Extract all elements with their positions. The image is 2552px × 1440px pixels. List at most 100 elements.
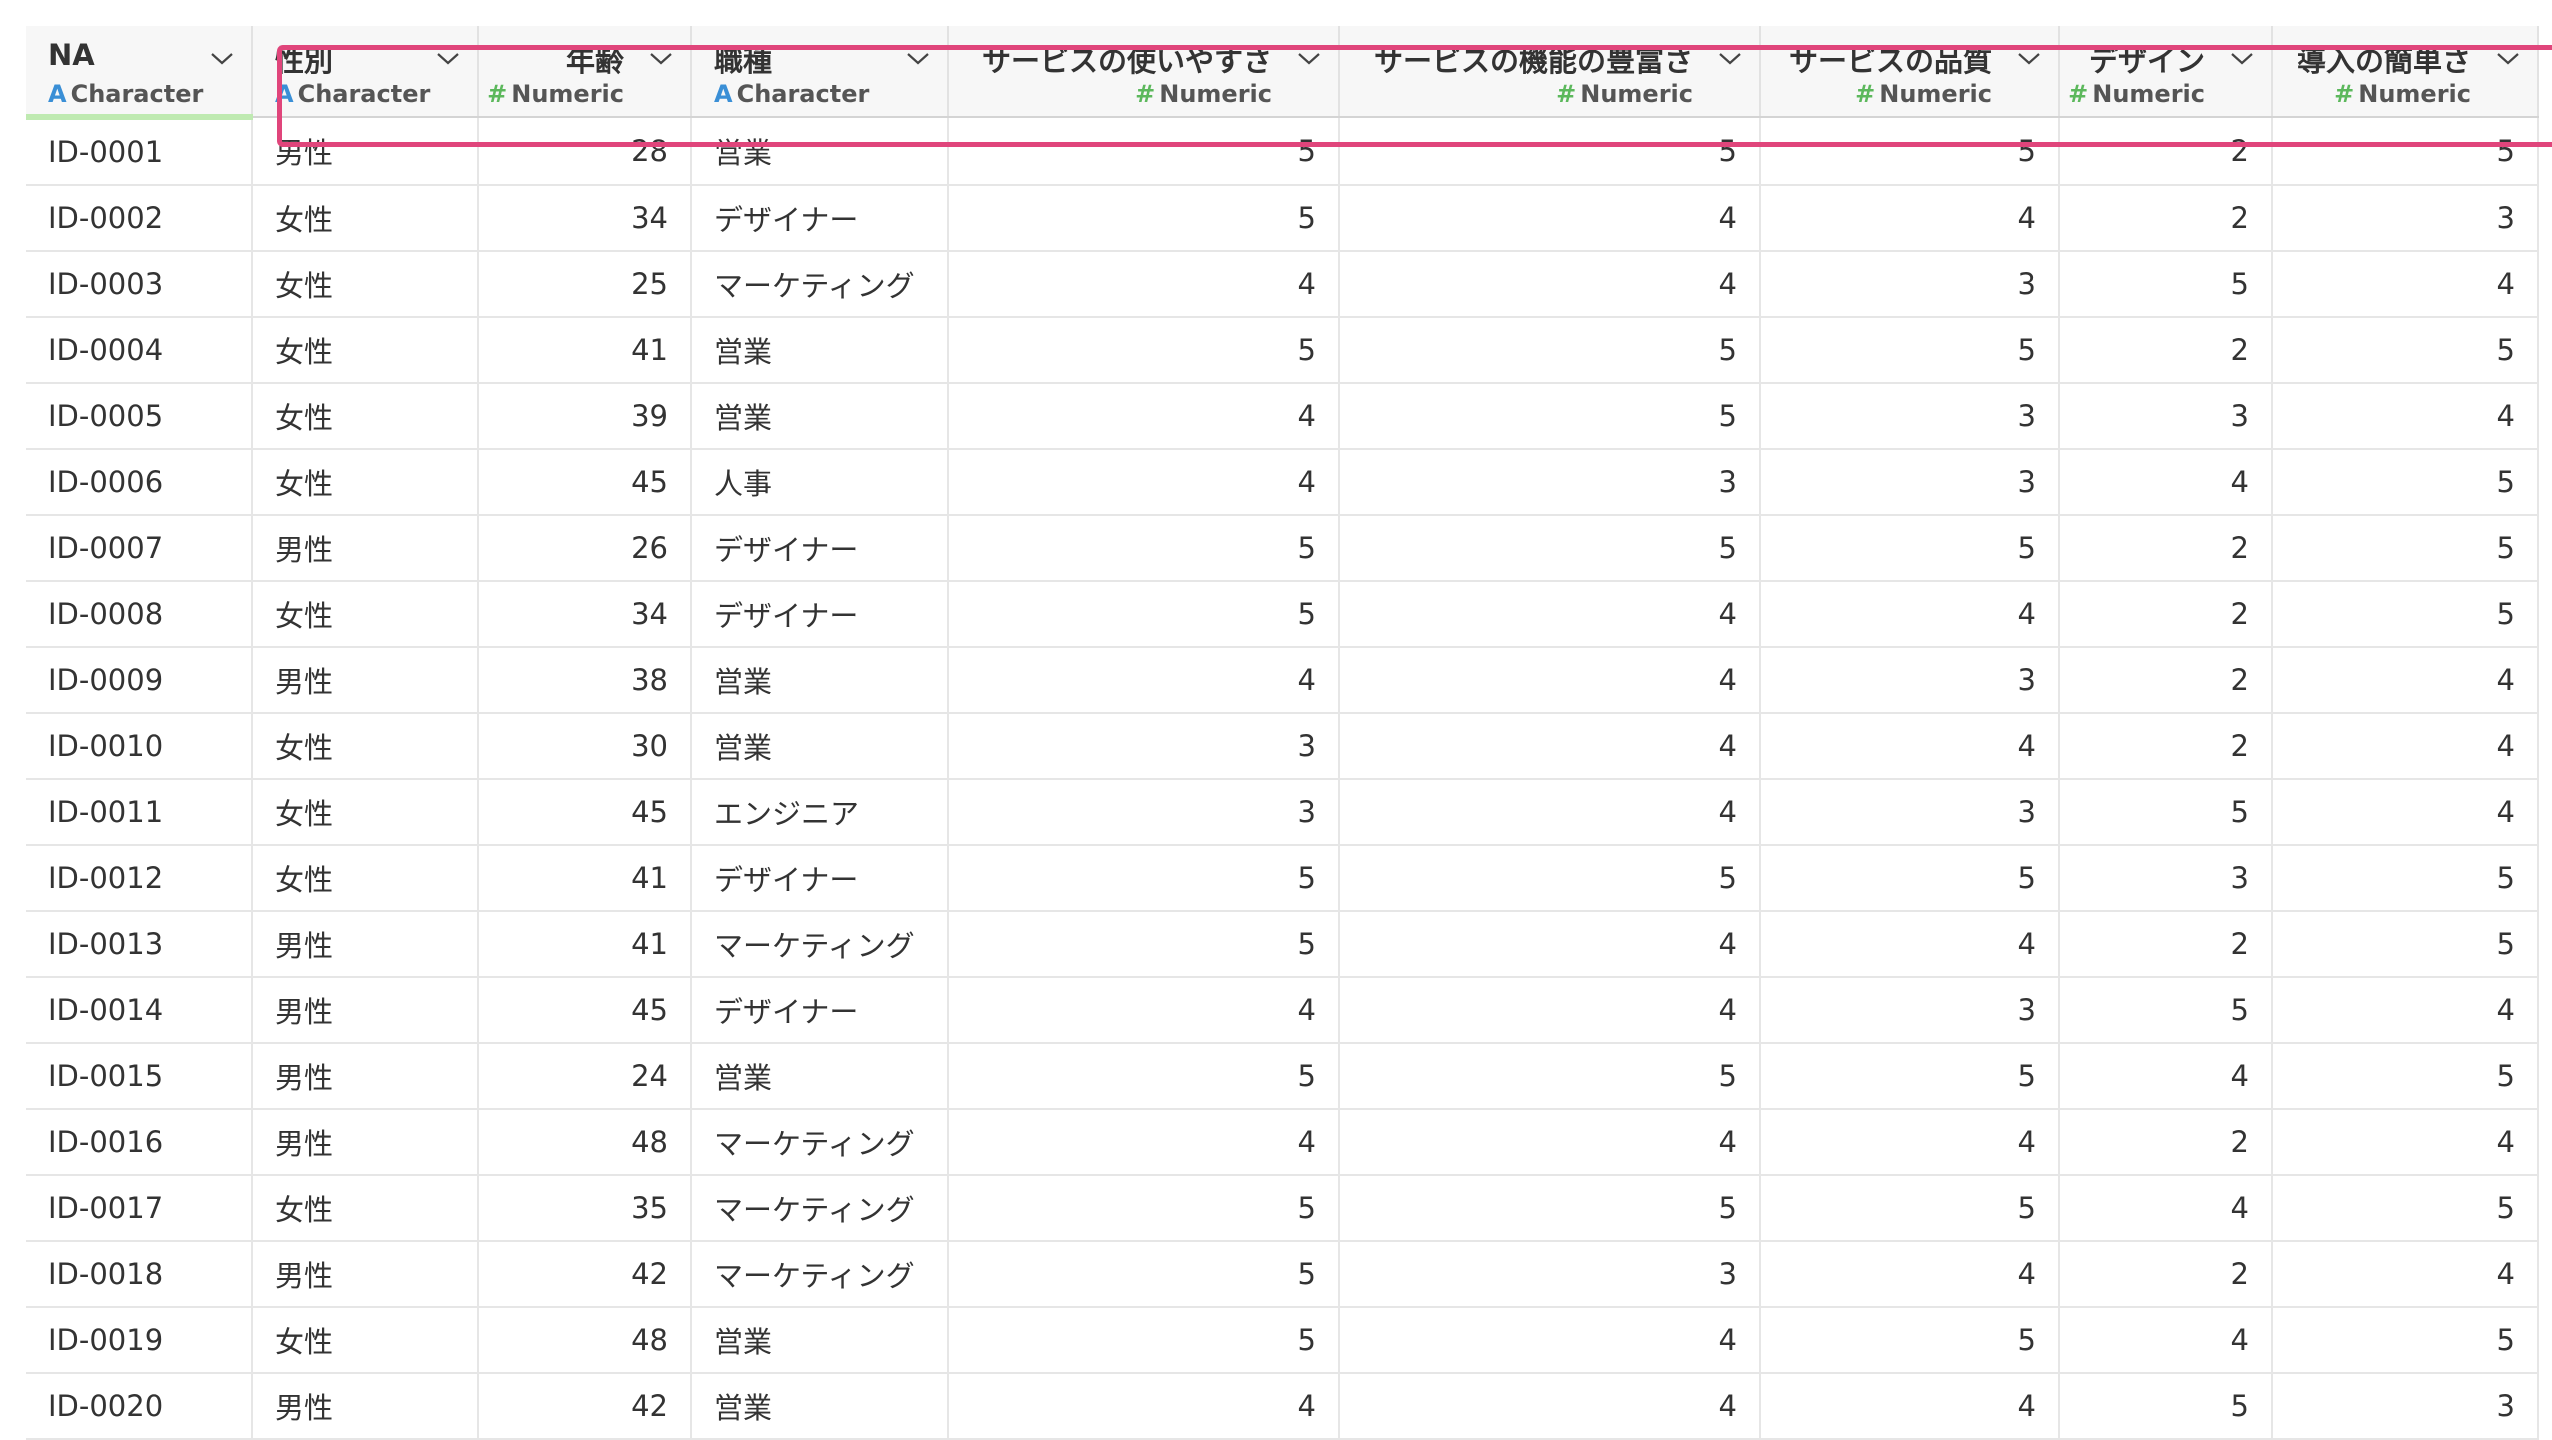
table-row[interactable]: ID-0001 男性 28 営業 5 5 5 2 5 <box>26 117 2539 186</box>
table-cell[interactable]: 3 <box>2272 1373 2539 1440</box>
chevron-down-icon[interactable] <box>209 48 235 68</box>
table-cell[interactable]: 4 <box>1339 977 1761 1044</box>
table-cell[interactable]: 2 <box>2059 581 2273 648</box>
table-row[interactable]: ID-0020 男性 42 営業 4 4 4 5 3 <box>26 1373 2539 1440</box>
table-cell[interactable]: 2 <box>2059 185 2273 252</box>
table-row[interactable]: ID-0013 男性 41 マーケティング 5 4 4 2 5 <box>26 911 2539 978</box>
table-cell[interactable]: 男性 <box>252 1241 479 1308</box>
column-header-0[interactable]: NA A Character <box>26 26 253 120</box>
table-row[interactable]: ID-0002 女性 34 デザイナー 5 4 4 2 3 <box>26 185 2539 252</box>
table-row[interactable]: ID-0014 男性 45 デザイナー 4 4 3 5 4 <box>26 977 2539 1044</box>
table-cell[interactable]: 5 <box>1339 117 1761 186</box>
table-cell[interactable]: 2 <box>2059 117 2273 186</box>
table-cell[interactable]: 2 <box>2059 647 2273 714</box>
table-cell[interactable]: 4 <box>1760 1241 2060 1308</box>
table-cell[interactable]: 5 <box>1339 845 1761 912</box>
table-row[interactable]: ID-0018 男性 42 マーケティング 5 3 4 2 4 <box>26 1241 2539 1308</box>
table-row[interactable]: ID-0016 男性 48 マーケティング 4 4 4 2 4 <box>26 1109 2539 1176</box>
table-cell[interactable]: 4 <box>2272 383 2539 450</box>
table-row[interactable]: ID-0008 女性 34 デザイナー 5 4 4 2 5 <box>26 581 2539 648</box>
table-cell[interactable]: 4 <box>948 977 1340 1044</box>
table-cell[interactable]: 5 <box>2059 1373 2273 1440</box>
chevron-down-icon[interactable] <box>905 48 931 68</box>
table-cell[interactable]: 3 <box>2272 185 2539 252</box>
table-cell[interactable]: 5 <box>948 317 1340 384</box>
table-cell[interactable]: 4 <box>2059 1307 2273 1374</box>
table-cell[interactable]: 4 <box>1339 1307 1761 1374</box>
column-header-6[interactable]: サービスの品質 # Numeric <box>1760 26 2060 118</box>
table-cell[interactable]: 5 <box>948 185 1340 252</box>
chevron-down-icon[interactable] <box>1717 48 1743 68</box>
table-cell[interactable]: 4 <box>948 647 1340 714</box>
table-cell[interactable]: ID-0018 <box>26 1241 253 1308</box>
table-cell[interactable]: 5 <box>2272 1175 2539 1242</box>
table-cell[interactable]: 5 <box>2272 1043 2539 1110</box>
table-cell[interactable]: 営業 <box>691 317 949 384</box>
table-cell[interactable]: 5 <box>1339 383 1761 450</box>
table-cell[interactable]: 5 <box>948 581 1340 648</box>
table-cell[interactable]: 5 <box>2059 779 2273 846</box>
table-row[interactable]: ID-0004 女性 41 営業 5 5 5 2 5 <box>26 317 2539 384</box>
table-row[interactable]: ID-0010 女性 30 営業 3 4 4 2 4 <box>26 713 2539 780</box>
table-cell[interactable]: 5 <box>2272 911 2539 978</box>
table-cell[interactable]: 営業 <box>691 1307 949 1374</box>
table-cell[interactable]: 4 <box>1760 911 2060 978</box>
table-cell[interactable]: 男性 <box>252 117 479 186</box>
table-cell[interactable]: 2 <box>2059 1241 2273 1308</box>
table-cell[interactable]: 5 <box>2272 317 2539 384</box>
table-cell[interactable]: ID-0003 <box>26 251 253 318</box>
table-cell[interactable]: 45 <box>478 977 692 1044</box>
table-cell[interactable]: 女性 <box>252 581 479 648</box>
table-cell[interactable]: 5 <box>948 1241 1340 1308</box>
table-cell[interactable]: 5 <box>2059 251 2273 318</box>
table-cell[interactable]: 4 <box>1760 185 2060 252</box>
table-cell[interactable]: 2 <box>2059 713 2273 780</box>
table-cell[interactable]: ID-0012 <box>26 845 253 912</box>
table-cell[interactable]: 5 <box>1339 1175 1761 1242</box>
table-cell[interactable]: マーケティング <box>691 1109 949 1176</box>
table-cell[interactable]: 45 <box>478 779 692 846</box>
table-cell[interactable]: 38 <box>478 647 692 714</box>
table-cell[interactable]: 女性 <box>252 317 479 384</box>
table-cell[interactable]: 4 <box>2272 977 2539 1044</box>
table-cell[interactable]: 4 <box>1760 713 2060 780</box>
chevron-down-icon[interactable] <box>648 48 674 68</box>
table-cell[interactable]: 5 <box>1760 117 2060 186</box>
table-cell[interactable]: 4 <box>1339 647 1761 714</box>
table-cell[interactable]: 営業 <box>691 713 949 780</box>
table-cell[interactable]: 2 <box>2059 1109 2273 1176</box>
table-row[interactable]: ID-0009 男性 38 営業 4 4 3 2 4 <box>26 647 2539 714</box>
table-cell[interactable]: 30 <box>478 713 692 780</box>
column-header-2[interactable]: 年齢 # Numeric <box>478 26 692 118</box>
table-cell[interactable]: 4 <box>1339 713 1761 780</box>
table-cell[interactable]: 4 <box>1339 1109 1761 1176</box>
chevron-down-icon[interactable] <box>2016 48 2042 68</box>
table-cell[interactable]: 4 <box>2059 1043 2273 1110</box>
table-cell[interactable]: 女性 <box>252 251 479 318</box>
table-cell[interactable]: 45 <box>478 449 692 516</box>
table-cell[interactable]: 41 <box>478 911 692 978</box>
column-header-8[interactable]: 導入の簡単さ # Numeric <box>2272 26 2539 118</box>
table-cell[interactable]: 営業 <box>691 117 949 186</box>
table-cell[interactable]: 3 <box>1339 449 1761 516</box>
table-cell[interactable]: ID-0002 <box>26 185 253 252</box>
table-cell[interactable]: エンジニア <box>691 779 949 846</box>
table-row[interactable]: ID-0003 女性 25 マーケティング 4 4 3 5 4 <box>26 251 2539 318</box>
table-cell[interactable]: 女性 <box>252 713 479 780</box>
table-cell[interactable]: 5 <box>1760 1043 2060 1110</box>
table-cell[interactable]: マーケティング <box>691 1175 949 1242</box>
column-header-5[interactable]: サービスの機能の豊富さ # Numeric <box>1339 26 1761 118</box>
table-cell[interactable]: 5 <box>948 1175 1340 1242</box>
table-cell[interactable]: 4 <box>948 1373 1340 1440</box>
table-cell[interactable]: 営業 <box>691 1043 949 1110</box>
table-cell[interactable]: マーケティング <box>691 911 949 978</box>
table-cell[interactable]: 4 <box>1339 779 1761 846</box>
table-cell[interactable]: 女性 <box>252 779 479 846</box>
table-cell[interactable]: 5 <box>948 515 1340 582</box>
table-cell[interactable]: ID-0007 <box>26 515 253 582</box>
table-cell[interactable]: 4 <box>2272 713 2539 780</box>
table-cell[interactable]: 5 <box>948 845 1340 912</box>
table-cell[interactable]: 4 <box>1339 185 1761 252</box>
table-cell[interactable]: 3 <box>948 713 1340 780</box>
table-cell[interactable]: 41 <box>478 317 692 384</box>
